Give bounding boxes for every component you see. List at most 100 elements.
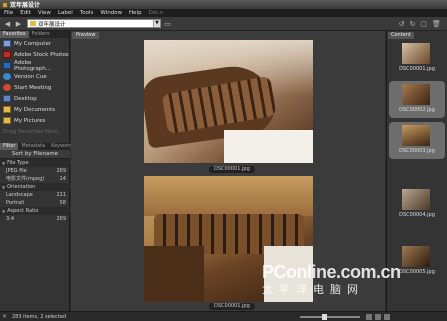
- filter-row-count: 269: [56, 168, 66, 174]
- tab-preview[interactable]: Preview: [72, 32, 100, 39]
- tab-favorites[interactable]: Favorites: [0, 31, 29, 38]
- filter-row-count: 211: [56, 192, 66, 198]
- adobe-icon: [3, 51, 11, 58]
- folder-icon: [30, 21, 36, 26]
- sidebar-item-label: My Documents: [14, 106, 56, 113]
- menu-debug: Del.s:: [148, 10, 165, 16]
- triangle-down-icon: ▼: [2, 208, 6, 214]
- photo-icon: [3, 62, 11, 69]
- thumbnail-4[interactable]: DSC00004.jpg: [389, 186, 445, 223]
- tab-content[interactable]: Content: [388, 32, 414, 39]
- tab-folders[interactable]: Folders: [29, 31, 53, 38]
- view-filmstrip-icon[interactable]: [375, 314, 381, 320]
- menu-window[interactable]: Window: [100, 9, 122, 17]
- thumbnail-image: [402, 246, 430, 267]
- view-thumbnails-icon[interactable]: [366, 314, 372, 320]
- menu-file[interactable]: File: [4, 9, 13, 17]
- filter-row-label: Portrait: [6, 200, 25, 206]
- menu-view[interactable]: View: [38, 9, 51, 17]
- slider-handle[interactable]: [322, 314, 327, 320]
- filter-group-title: Aspect Ratio: [7, 208, 39, 214]
- sort-by-button[interactable]: Sort by Filename: [0, 150, 70, 159]
- tab-filter[interactable]: Filter: [0, 143, 19, 150]
- thumbnail-size-slider[interactable]: [300, 316, 360, 318]
- preview-caption-1: DSC00001.jpg: [209, 166, 255, 173]
- thumbnail-image: [402, 84, 430, 105]
- photo-bright-sky: [224, 130, 313, 163]
- thumbnail-label: DSC00002.jpg: [399, 107, 435, 113]
- thumbnail-image: [402, 43, 430, 64]
- dark-column: [144, 246, 204, 302]
- unlink-icon[interactable]: ✕: [2, 314, 8, 320]
- pconline-watermark: PConline.com.cn 太平洋电脑网: [262, 262, 401, 297]
- filter-group-title: File Type: [7, 160, 29, 166]
- filter-row-count: 269: [56, 216, 66, 222]
- sidebar-item-adobe-stock[interactable]: Adobe Stock Photos: [0, 49, 69, 60]
- beam: [144, 176, 313, 216]
- back-arrow-icon[interactable]: ◀: [3, 20, 12, 28]
- rotate-right-icon[interactable]: ↻: [408, 20, 417, 28]
- forward-arrow-icon[interactable]: ▶: [14, 20, 23, 28]
- thumbnail-image: [402, 125, 430, 146]
- menu-tools[interactable]: Tools: [80, 9, 94, 17]
- filter-row-label: 3:4: [6, 216, 15, 222]
- version-cue-icon: [3, 73, 11, 80]
- filter-row[interactable]: 电影文件(mpeg) 14: [0, 175, 70, 183]
- sidebar-item-desktop[interactable]: Desktop: [0, 93, 69, 104]
- thumbnail-2[interactable]: DSC00002.jpg: [389, 81, 445, 118]
- sidebar-item-label: My Pictures: [14, 117, 46, 124]
- thumbnail-1[interactable]: DSC00001.jpg: [389, 40, 445, 77]
- sidebar-item-my-computer[interactable]: My Computer: [0, 38, 69, 49]
- watermark-main: PConline.com.cn: [262, 262, 401, 282]
- thumbnail-3[interactable]: DSC00003.jpg: [389, 122, 445, 159]
- bridge-app-icon: [2, 1, 8, 8]
- filter-panel: Filter Metadata Keywords Sort by Filenam…: [0, 143, 75, 223]
- left-panel: Favorites Folders My Computer Adobe Stoc…: [0, 31, 75, 311]
- sidebar-item-adobe-photograph[interactable]: Adobe Photograph...: [0, 59, 69, 72]
- preview-image-1[interactable]: [144, 40, 313, 163]
- go-up-folder-icon[interactable]: ▭: [163, 20, 172, 28]
- filter-group-file-type[interactable]: ▼ File Type: [0, 159, 70, 167]
- thumbnail-label: DSC00004.jpg: [399, 212, 435, 218]
- desktop-icon: [3, 95, 11, 102]
- filter-row[interactable]: 3:4 269: [0, 215, 70, 223]
- view-details-icon[interactable]: [384, 314, 390, 320]
- path-dropdown[interactable]: 双年展设计 ▼: [27, 19, 161, 28]
- sidebar-item-version-cue[interactable]: Version Cue: [0, 71, 69, 82]
- menu-edit[interactable]: Edit: [20, 9, 31, 17]
- filter-row[interactable]: Portrait 58: [0, 199, 70, 207]
- sidebar-item-label: Version Cue: [14, 73, 47, 80]
- triangle-down-icon: ▼: [2, 184, 6, 190]
- meeting-icon: [3, 84, 11, 91]
- filter-group-aspect-ratio[interactable]: ▼ Aspect Ratio: [0, 207, 70, 215]
- thumbnail-image: [402, 189, 430, 210]
- filter-row-count: 58: [59, 200, 66, 206]
- filter-group-title: Orientation: [7, 184, 36, 190]
- menu-help[interactable]: Help: [129, 9, 142, 17]
- sidebar-item-label: Adobe Photograph...: [14, 59, 52, 72]
- filter-tabstrip: Filter Metadata Keywords: [0, 143, 75, 150]
- filter-row-count: 14: [59, 176, 66, 182]
- menu-label[interactable]: Label: [58, 9, 73, 17]
- preview-caption-2: DSC00001.jpg: [209, 303, 255, 310]
- toolbar: ◀ ▶ 双年展设计 ▼ ▭ ↺ ↻ ▢ 🗑: [0, 17, 447, 31]
- sidebar-item-label: Desktop: [14, 95, 37, 102]
- title-bar: 双年展设计: [0, 0, 447, 9]
- filter-row[interactable]: JPEG file 269: [0, 167, 70, 175]
- sidebar-item-start-meeting[interactable]: Start Meeting: [0, 82, 69, 93]
- chevron-down-icon[interactable]: ▼: [153, 20, 160, 27]
- filter-group-orientation[interactable]: ▼ Orientation: [0, 183, 70, 191]
- rotate-left-icon[interactable]: ↺: [397, 20, 406, 28]
- sidebar-item-my-documents[interactable]: My Documents: [0, 104, 69, 115]
- drag-favorites-hint: Drag Favorites Here...: [0, 126, 69, 137]
- window-title: 双年展设计: [10, 2, 41, 9]
- sidebar-item-my-pictures[interactable]: My Pictures: [0, 115, 69, 126]
- sidebar-item-label: My Computer: [14, 40, 52, 47]
- thumbnail-label: DSC00003.jpg: [399, 148, 435, 154]
- computer-icon: [3, 40, 11, 47]
- new-folder-icon[interactable]: ▢: [419, 20, 428, 28]
- filter-row[interactable]: Landscape 211: [0, 191, 70, 199]
- delete-trash-icon[interactable]: 🗑: [432, 20, 441, 28]
- tab-metadata[interactable]: Metadata: [18, 143, 48, 150]
- status-text: 283 items, 2 selected: [12, 313, 67, 320]
